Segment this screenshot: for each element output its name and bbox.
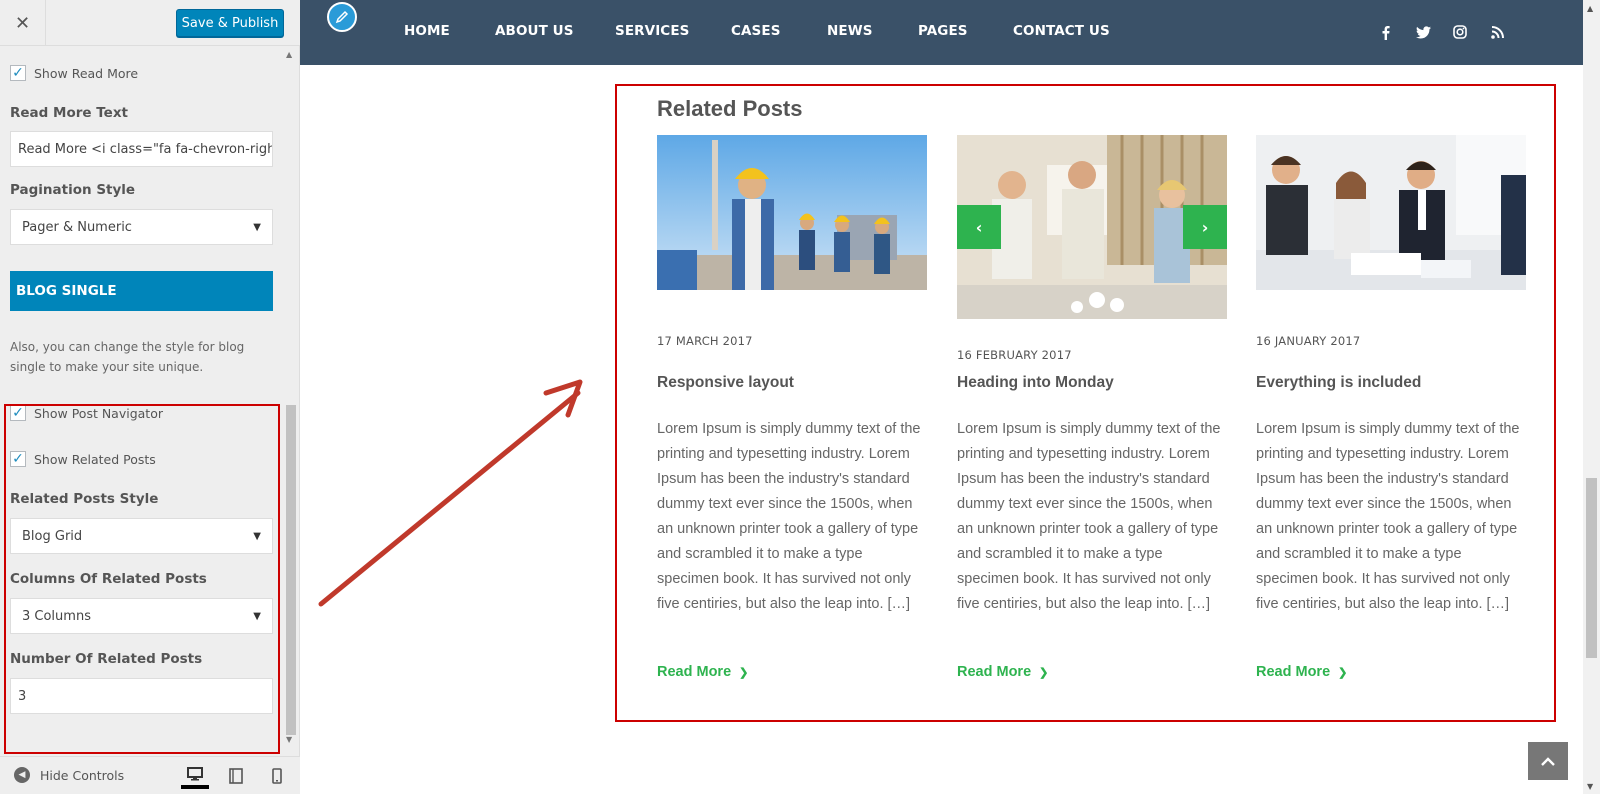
post-title[interactable]: Responsive layout xyxy=(657,374,794,392)
show-read-more-label: Show Read More xyxy=(34,65,139,81)
scroll-down-icon[interactable]: ▼ xyxy=(286,735,292,744)
post-thumbnail-office-celebration[interactable]: ‹ › xyxy=(957,135,1227,319)
dropdown-arrow-icon: ▼ xyxy=(253,221,261,233)
read-more-link[interactable]: Read More ❯ xyxy=(1256,664,1347,680)
twitter-icon[interactable] xyxy=(1413,22,1433,42)
checkbox-checked-icon[interactable]: ✓ xyxy=(10,65,26,81)
post-date: 17 MARCH 2017 xyxy=(657,334,753,348)
read-more-label: Read More xyxy=(1256,664,1331,680)
post-title[interactable]: Everything is included xyxy=(1256,374,1421,392)
preview-scrollbar[interactable] xyxy=(1583,0,1600,794)
post-excerpt: Lorem Ipsum is simply dummy text of the … xyxy=(957,421,1221,612)
related-posts-title: Related Posts xyxy=(657,96,803,121)
desktop-preview-icon[interactable] xyxy=(181,763,209,789)
read-more-link[interactable]: Read More ❯ xyxy=(957,664,1048,680)
read-more-link[interactable]: Read More ❯ xyxy=(657,664,748,680)
nav-item-services[interactable]: SERVICES xyxy=(615,23,689,39)
tablet-preview-icon[interactable] xyxy=(222,763,250,789)
preview-scroll-thumb[interactable] xyxy=(1586,478,1597,658)
hide-controls-label: Hide Controls xyxy=(40,767,125,783)
related-post-card: ‹ › 16 FEBRUARY 2017 Heading into Monday… xyxy=(957,135,1227,680)
customizer-header: ✕ Save & Publish xyxy=(0,0,300,46)
scroll-down-icon[interactable]: ▼ xyxy=(1587,782,1593,791)
post-thumbnail-construction-workers[interactable] xyxy=(657,135,927,290)
section-description: Also, you can change the style for blog … xyxy=(10,340,245,374)
nav-item-cases[interactable]: CASES xyxy=(731,23,781,39)
post-date: 16 JANUARY 2017 xyxy=(1256,334,1361,348)
collapse-arrow-icon: ◀ xyxy=(14,767,30,783)
nav-item-news[interactable]: NEWS xyxy=(827,23,873,39)
sidebar-scroll-thumb[interactable] xyxy=(286,405,296,735)
chevron-right-icon: ❯ xyxy=(1039,666,1049,679)
chevron-right-icon: ❯ xyxy=(1338,666,1348,679)
customizer-sidebar: ✕ Save & Publish ✓ Show Read More Read M… xyxy=(0,0,300,794)
section-heading-blog-single: BLOG SINGLE xyxy=(10,271,273,311)
close-icon[interactable]: ✕ xyxy=(0,0,46,46)
pagination-style-value: Pager & Numeric xyxy=(22,219,132,235)
post-title[interactable]: Heading into Monday xyxy=(957,374,1114,392)
rss-icon[interactable] xyxy=(1487,22,1507,42)
post-excerpt: Lorem Ipsum is simply dummy text of the … xyxy=(657,421,921,612)
pagination-style-label: Pagination Style xyxy=(10,182,136,198)
slider-next-button[interactable]: › xyxy=(1183,205,1227,249)
pagination-style-select[interactable]: Pager & Numeric ▼ xyxy=(10,209,273,245)
facebook-icon[interactable] xyxy=(1376,22,1396,42)
nav-item-pages[interactable]: PAGES xyxy=(918,23,968,39)
post-date: 16 FEBRUARY 2017 xyxy=(957,348,1072,362)
post-excerpt: Lorem Ipsum is simply dummy text of the … xyxy=(1256,421,1520,612)
related-post-card: 16 JANUARY 2017 Everything is included L… xyxy=(1256,135,1526,680)
read-more-text-label: Read More Text xyxy=(10,105,128,121)
scroll-up-icon[interactable]: ▲ xyxy=(1587,4,1593,13)
read-more-label: Read More xyxy=(657,664,732,680)
hide-controls-button[interactable]: ◀ Hide Controls xyxy=(14,767,124,783)
sidebar-highlight-box xyxy=(4,404,280,754)
slider-prev-button[interactable]: ‹ xyxy=(957,205,1001,249)
back-to-top-button[interactable] xyxy=(1528,742,1568,780)
post-thumbnail-business-meeting[interactable] xyxy=(1256,135,1526,290)
nav-item-contact-us[interactable]: CONTACT US xyxy=(1013,23,1110,39)
show-read-more-option[interactable]: ✓ Show Read More xyxy=(10,65,138,81)
chevron-right-icon: ❯ xyxy=(739,666,749,679)
mobile-preview-icon[interactable] xyxy=(263,763,291,789)
read-more-label: Read More xyxy=(957,664,1032,680)
site-preview: HOME ABOUT US SERVICES CASES NEWS PAGES … xyxy=(300,0,1600,794)
scroll-up-icon[interactable]: ▲ xyxy=(286,50,292,59)
save-publish-button[interactable]: Save & Publish xyxy=(176,9,284,37)
instagram-icon[interactable] xyxy=(1450,22,1470,42)
related-post-card: 17 MARCH 2017 Responsive layout Lorem Ip… xyxy=(657,135,927,680)
customizer-footer: ◀ Hide Controls xyxy=(0,756,300,794)
read-more-text-input[interactable]: Read More <i class="fa fa-chevron-righ xyxy=(10,131,273,167)
annotation-arrow xyxy=(318,379,583,607)
